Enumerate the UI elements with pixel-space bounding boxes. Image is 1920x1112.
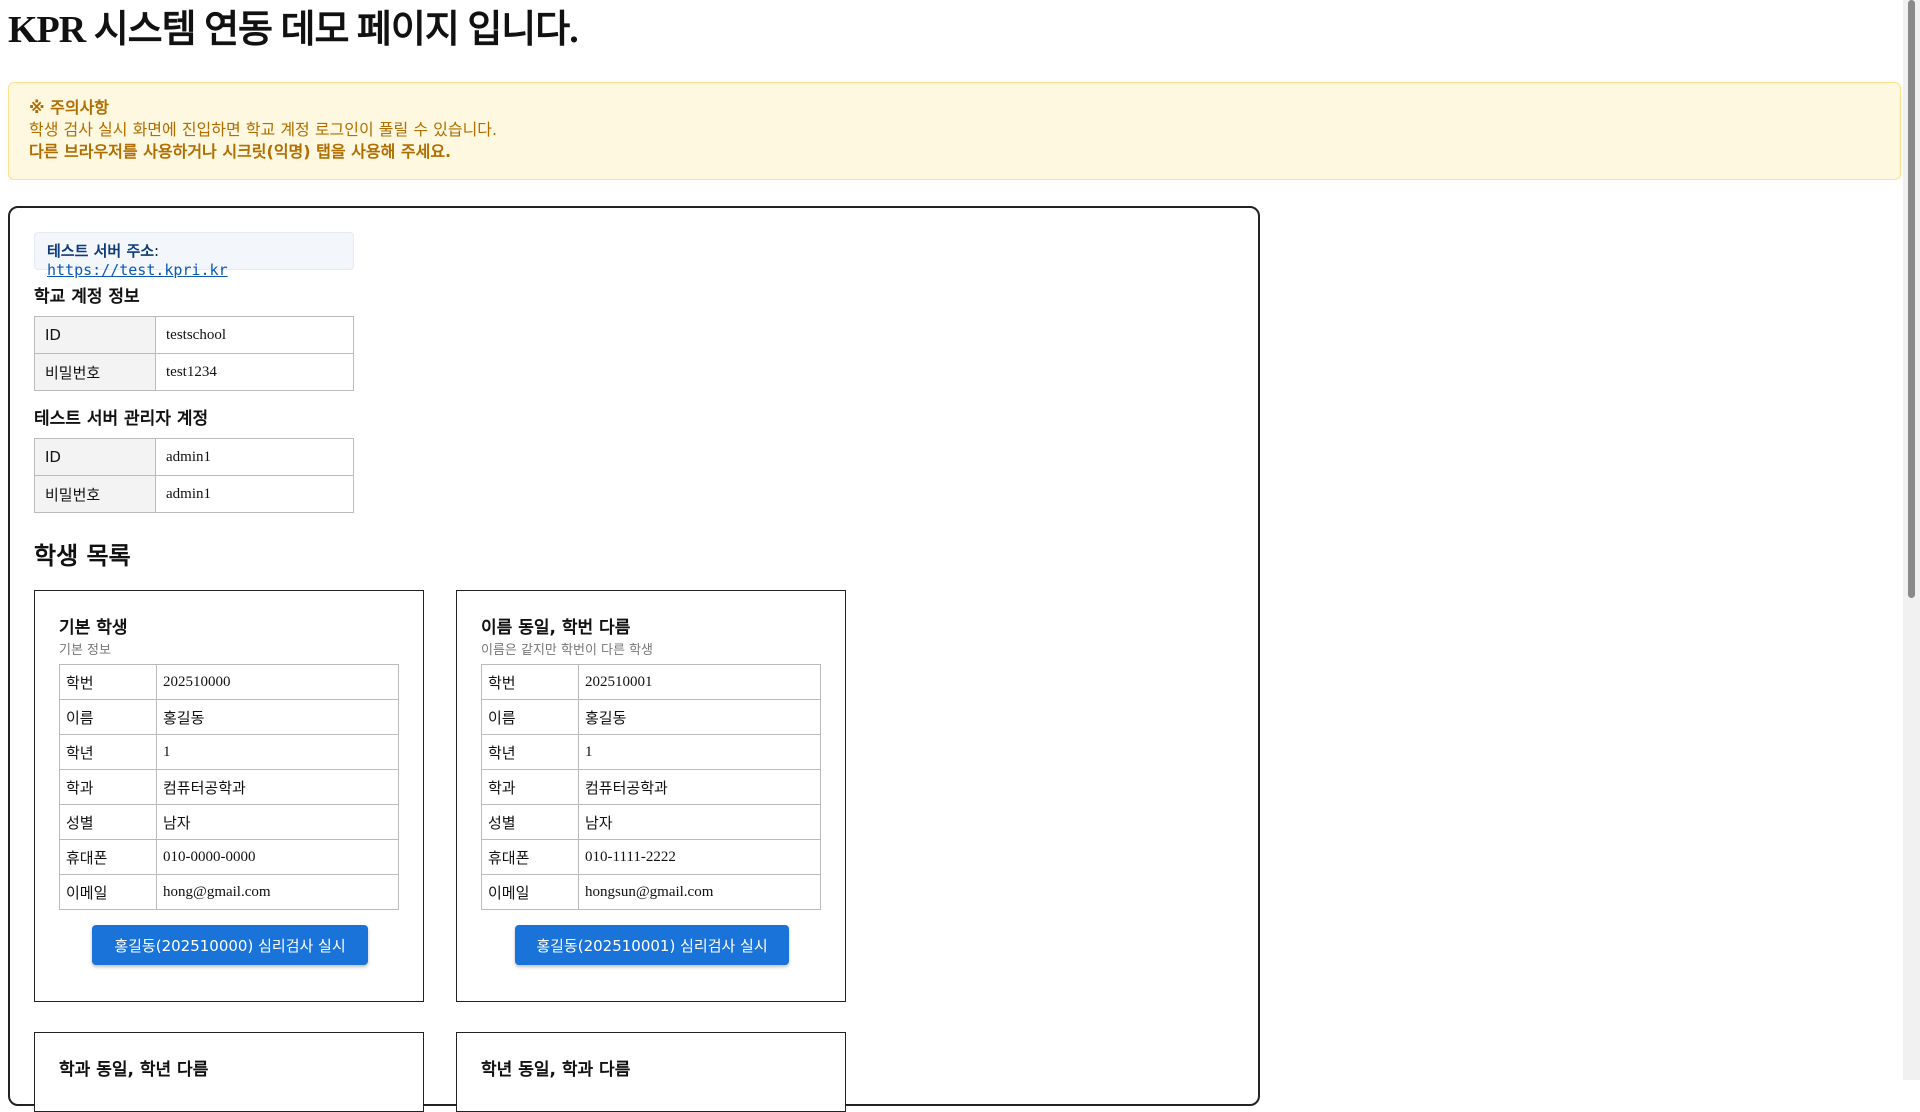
field-label: 이름 [481, 699, 579, 735]
demo-panel: 테스트 서버 주소: https://test.kpri.kr 학교 계정 정보… [8, 206, 1260, 1112]
student-id-value: 202510001 [578, 664, 821, 700]
admin-id-value: admin1 [155, 438, 354, 476]
card-subtitle: 이름은 같지만 학번이 다른 학생 [481, 643, 654, 658]
school-password-label: 비밀번호 [34, 353, 156, 391]
student-info-table: 학번 202510000 이름 홍길동 학년 1 학과 컴퓨터공학과 성별 남자 휴대폰 0… [59, 664, 399, 910]
student-grade-value: 1 [578, 734, 821, 770]
notice-box: ※ 주의사항 학생 검사 실시 화면에 진입하면 학교 계정 로그인이 풀릴 수… [8, 82, 1901, 180]
start-test-button[interactable]: 홍길동(202510000) 심리검사 실시 [92, 925, 368, 965]
table-row: 학년 1 [481, 734, 821, 770]
admin-id-label: ID [34, 438, 156, 476]
table-row: 이름 홍길동 [481, 699, 821, 735]
table-row: ID testschool [34, 316, 354, 354]
field-label: 휴대폰 [59, 839, 157, 875]
table-row: 비밀번호 admin1 [34, 475, 354, 513]
table-row: 비밀번호 test1234 [34, 353, 354, 391]
student-gender-value: 남자 [578, 804, 821, 840]
field-label: 학과 [481, 769, 579, 805]
card-title: 학과 동일, 학년 다름 [59, 1060, 209, 1080]
table-row: 학번 202510001 [481, 664, 821, 700]
field-label: 이메일 [59, 874, 157, 910]
table-row: 이름 홍길동 [59, 699, 399, 735]
student-id-value: 202510000 [156, 664, 399, 700]
field-label: 휴대폰 [481, 839, 579, 875]
student-card-same-grade: 학년 동일, 학과 다름 [456, 1032, 846, 1112]
student-list-title: 학생 목록 [34, 542, 131, 570]
student-phone-value: 010-1111-2222 [578, 839, 821, 875]
field-label: 이름 [59, 699, 157, 735]
student-card-same-name: 이름 동일, 학번 다름 이름은 같지만 학번이 다른 학생 학번 2025100… [456, 590, 846, 1002]
admin-password-value: admin1 [155, 475, 354, 513]
table-row: 휴대폰 010-1111-2222 [481, 839, 821, 875]
field-label: 학년 [59, 734, 157, 770]
server-address-box: 테스트 서버 주소: https://test.kpri.kr [34, 232, 354, 279]
table-row: 학번 202510000 [59, 664, 399, 700]
admin-password-label: 비밀번호 [34, 475, 156, 513]
student-card-same-department: 학과 동일, 학년 다름 [34, 1032, 424, 1112]
page: KPR 시스템 연동 데모 페이지 입니다. ※ 주의사항 학생 검사 실시 화… [8, 0, 1901, 1112]
table-row: 이메일 hong@gmail.com [59, 874, 399, 910]
server-address-label: 테스트 서버 주소 [47, 242, 155, 260]
table-row: 성별 남자 [59, 804, 399, 840]
student-name-value: 홍길동 [578, 699, 821, 735]
student-gender-value: 남자 [156, 804, 399, 840]
field-label: 학번 [481, 664, 579, 700]
student-grade-value: 1 [156, 734, 399, 770]
table-row: 이메일 hongsun@gmail.com [481, 874, 821, 910]
field-label: 이메일 [481, 874, 579, 910]
page-title: KPR 시스템 연동 데모 페이지 입니다. [8, 9, 579, 51]
notice-line-1: 학생 검사 실시 화면에 진입하면 학교 계정 로그인이 풀릴 수 있습니다. [29, 120, 498, 139]
table-row: 학과 컴퓨터공학과 [59, 769, 399, 805]
field-label: 학과 [59, 769, 157, 805]
vertical-scrollbar[interactable] [1903, 0, 1920, 1080]
table-row: ID admin1 [34, 438, 354, 476]
student-email-value: hong@gmail.com [156, 874, 399, 910]
student-card-basic: 기본 학생 기본 정보 학번 202510000 이름 홍길동 학년 1 학과 컴퓨터공… [34, 590, 424, 1002]
card-title: 기본 학생 [59, 618, 128, 638]
notice-line-2: 다른 브라우저를 사용하거나 시크릿(익명) 탭을 사용해 주세요. [29, 142, 452, 161]
field-label: 성별 [59, 804, 157, 840]
school-id-value: testschool [155, 316, 354, 354]
server-address-link[interactable]: https://test.kpri.kr [47, 261, 228, 279]
student-email-value: hongsun@gmail.com [578, 874, 821, 910]
student-department-value: 컴퓨터공학과 [578, 769, 821, 805]
card-title: 이름 동일, 학번 다름 [481, 618, 631, 638]
student-department-value: 컴퓨터공학과 [156, 769, 399, 805]
school-id-label: ID [34, 316, 156, 354]
student-phone-value: 010-0000-0000 [156, 839, 399, 875]
table-row: 학과 컴퓨터공학과 [481, 769, 821, 805]
field-label: 학년 [481, 734, 579, 770]
school-account-table: ID testschool 비밀번호 test1234 [34, 316, 354, 391]
admin-account-title: 테스트 서버 관리자 계정 [34, 409, 209, 429]
school-password-value: test1234 [155, 353, 354, 391]
table-row: 휴대폰 010-0000-0000 [59, 839, 399, 875]
school-account-title: 학교 계정 정보 [34, 287, 140, 307]
start-test-button[interactable]: 홍길동(202510001) 심리검사 실시 [515, 925, 789, 965]
notice-title: ※ 주의사항 [29, 98, 110, 117]
scrollbar-thumb[interactable] [1908, 0, 1915, 598]
admin-account-table: ID admin1 비밀번호 admin1 [34, 438, 354, 513]
student-name-value: 홍길동 [156, 699, 399, 735]
field-label: 성별 [481, 804, 579, 840]
server-address-separator: : [154, 242, 160, 260]
table-row: 학년 1 [59, 734, 399, 770]
card-subtitle: 기본 정보 [59, 643, 111, 658]
table-row: 성별 남자 [481, 804, 821, 840]
card-title: 학년 동일, 학과 다름 [481, 1060, 631, 1080]
student-info-table: 학번 202510001 이름 홍길동 학년 1 학과 컴퓨터공학과 성별 남자 휴대폰 0… [481, 664, 821, 910]
field-label: 학번 [59, 664, 157, 700]
